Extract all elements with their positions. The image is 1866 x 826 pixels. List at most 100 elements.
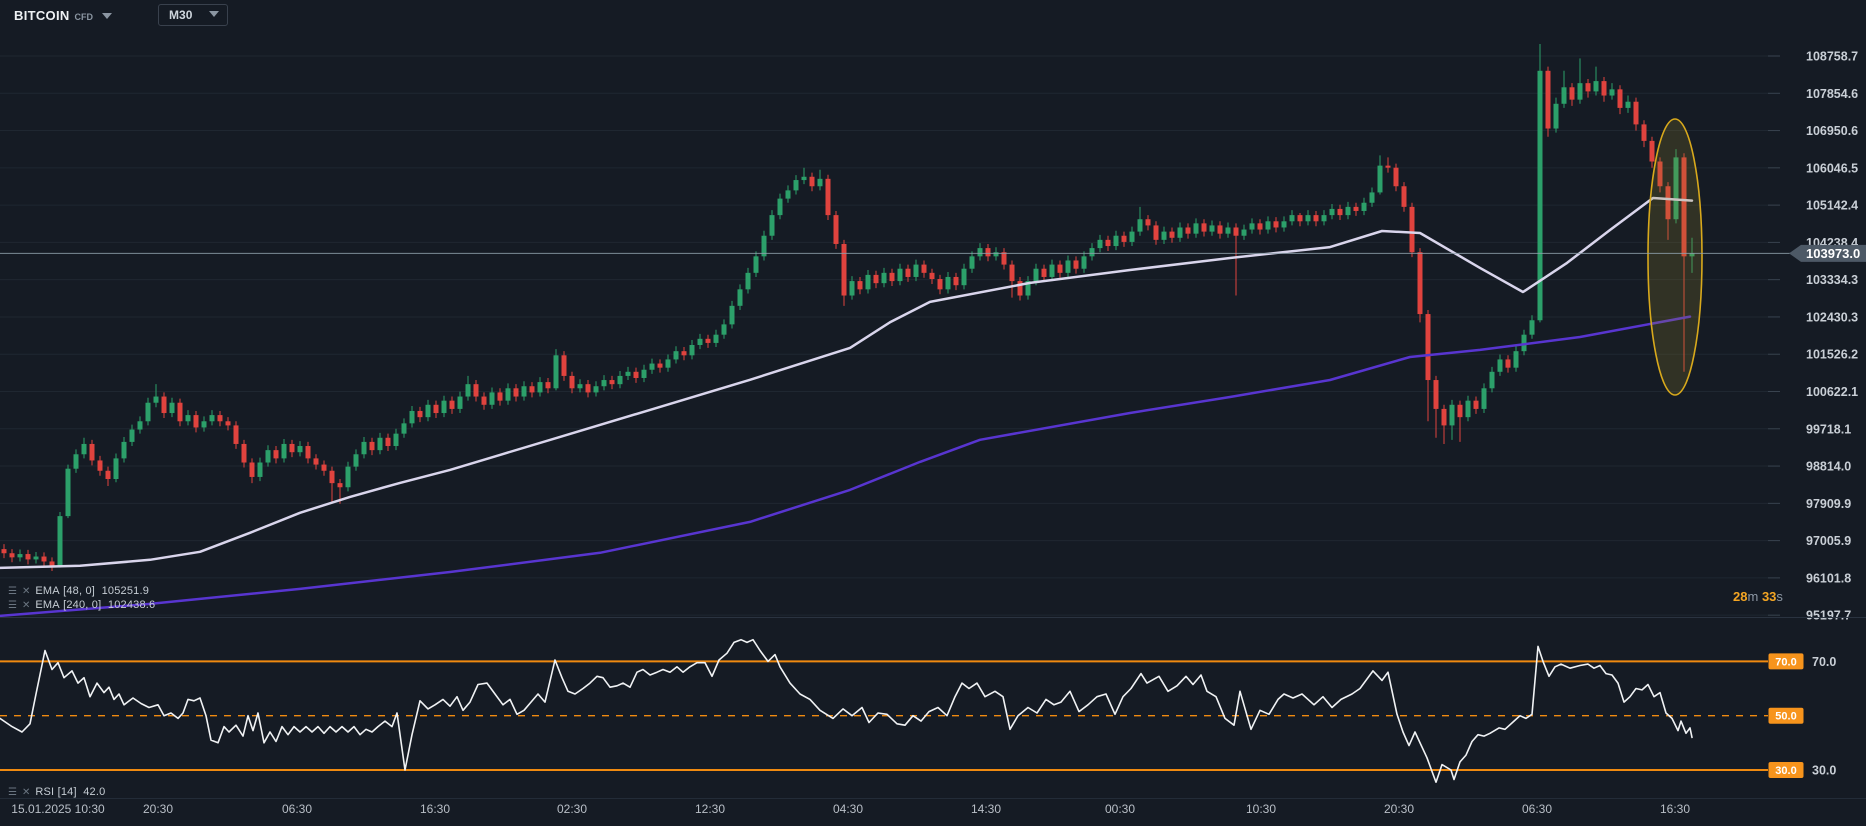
ema240-legend: ☰ ✕ EMA [240, 0] 102438.6	[8, 599, 155, 611]
candle-body	[257, 462, 263, 477]
time-tick-label: 06:30	[282, 802, 312, 816]
candle-body	[1433, 380, 1439, 409]
price-tick-label: 103334.3	[1806, 273, 1858, 287]
indicator-settings-icon[interactable]: ☰	[8, 787, 17, 798]
candle-body	[1185, 227, 1191, 234]
candle-body	[457, 396, 463, 409]
candle-body	[817, 178, 823, 187]
candle-body	[409, 410, 415, 424]
candle-body	[1049, 264, 1055, 277]
rsi-level-label: 30.0	[1812, 764, 1836, 778]
candle-body	[513, 388, 519, 397]
candle-body	[641, 369, 647, 378]
candle-body	[753, 256, 759, 273]
time-tick-label: 12:30	[695, 802, 725, 816]
candle-body	[489, 392, 495, 405]
candle-body	[585, 384, 591, 393]
candle-body	[321, 464, 327, 471]
candle-body	[1577, 83, 1583, 100]
candle-body	[241, 443, 247, 463]
candle-body	[521, 386, 527, 397]
candle-body	[417, 410, 423, 418]
candle-body	[361, 441, 367, 455]
candle-body	[425, 404, 431, 418]
chevron-down-icon	[102, 12, 113, 19]
candle-body	[1057, 264, 1063, 273]
candle-body	[369, 441, 375, 451]
candle-body	[473, 384, 479, 397]
candle-body	[129, 429, 135, 442]
candle-body	[1161, 231, 1167, 240]
candle-body	[769, 215, 775, 236]
symbol-selector[interactable]: BITCOIN CFD	[14, 8, 113, 23]
candle-body	[737, 289, 743, 306]
candle-body	[881, 272, 887, 284]
candle-body	[505, 388, 511, 401]
candle-body	[1225, 227, 1231, 234]
candle-body	[1385, 165, 1391, 168]
candle-body	[1465, 400, 1471, 418]
candle-body	[545, 382, 551, 389]
candle-body	[353, 454, 359, 467]
candle-body	[1473, 400, 1479, 409]
candle-body	[617, 375, 623, 385]
candle-body	[1121, 235, 1127, 242]
candle-body	[105, 470, 111, 480]
price-tick-label: 102430.3	[1806, 310, 1858, 324]
candle-body	[217, 415, 223, 422]
candle-body	[929, 272, 935, 280]
candlestick-chart-canvas[interactable]: 108758.7 107854.6 106950.6 106046.5 105142.4…	[0, 0, 1866, 826]
candle-body	[225, 421, 231, 426]
candle-body	[297, 446, 303, 453]
candle-body	[1585, 83, 1591, 92]
indicator-settings-icon[interactable]: ☰	[8, 600, 17, 611]
candle-body	[1345, 206, 1351, 216]
time-tick-label: 15.01.2025 10:30	[11, 802, 105, 816]
indicator-remove-icon[interactable]: ✕	[22, 600, 30, 611]
indicator-settings-icon[interactable]: ☰	[8, 586, 17, 597]
timeframe-selector[interactable]: M30	[158, 4, 229, 26]
candle-body	[1313, 215, 1319, 222]
current-price-value: 103973.0	[1806, 246, 1860, 261]
chevron-down-icon	[209, 11, 220, 17]
price-tick-label: 97005.9	[1806, 534, 1851, 548]
candle-body	[1617, 89, 1623, 108]
candle-body	[593, 386, 599, 393]
candle-body	[265, 450, 271, 463]
candle-countdown-timer: 28m 33s	[1733, 589, 1783, 604]
candle-body	[209, 415, 215, 422]
candle-body	[1321, 215, 1327, 222]
candle-body	[73, 454, 79, 469]
candle-body	[961, 268, 967, 286]
candle-body	[953, 276, 959, 286]
price-tick-label: 99718.1	[1806, 422, 1851, 436]
indicator-remove-icon[interactable]: ✕	[22, 787, 30, 798]
candle-body	[89, 443, 95, 461]
rsi-level-label: 70.0	[1812, 655, 1836, 669]
candle-body	[1081, 256, 1087, 269]
candle-body	[1449, 404, 1455, 426]
price-tick-label: 96101.8	[1806, 571, 1851, 585]
price-tick-label: 106046.5	[1806, 161, 1858, 175]
candle-body	[1561, 87, 1567, 104]
candle-body	[1, 549, 7, 554]
candle-body	[33, 556, 39, 560]
candle-body	[401, 423, 407, 434]
candle-body	[185, 415, 191, 422]
symbol-market-type: CFD	[74, 11, 94, 22]
trading-app: BITCOIN CFD M30 108758.7 107854.6 106950.6…	[0, 0, 1866, 826]
price-tick-label: 100622.1	[1806, 385, 1858, 399]
top-bar: BITCOIN CFD M30	[0, 0, 1866, 30]
candle-body	[1145, 219, 1151, 226]
candle-body	[609, 380, 615, 385]
candle-body	[25, 554, 31, 560]
candle-body	[897, 268, 903, 282]
indicator-remove-icon[interactable]: ✕	[22, 586, 30, 597]
rsi-legend-label: RSI [14] 42.0	[35, 786, 106, 798]
rsi-level-badge-value: 30.0	[1775, 765, 1796, 777]
candle-body	[689, 344, 695, 356]
time-tick-label: 16:30	[1660, 802, 1690, 816]
timeframe-value: M30	[169, 8, 193, 22]
candle-body	[1177, 227, 1183, 238]
candle-body	[1481, 388, 1487, 409]
